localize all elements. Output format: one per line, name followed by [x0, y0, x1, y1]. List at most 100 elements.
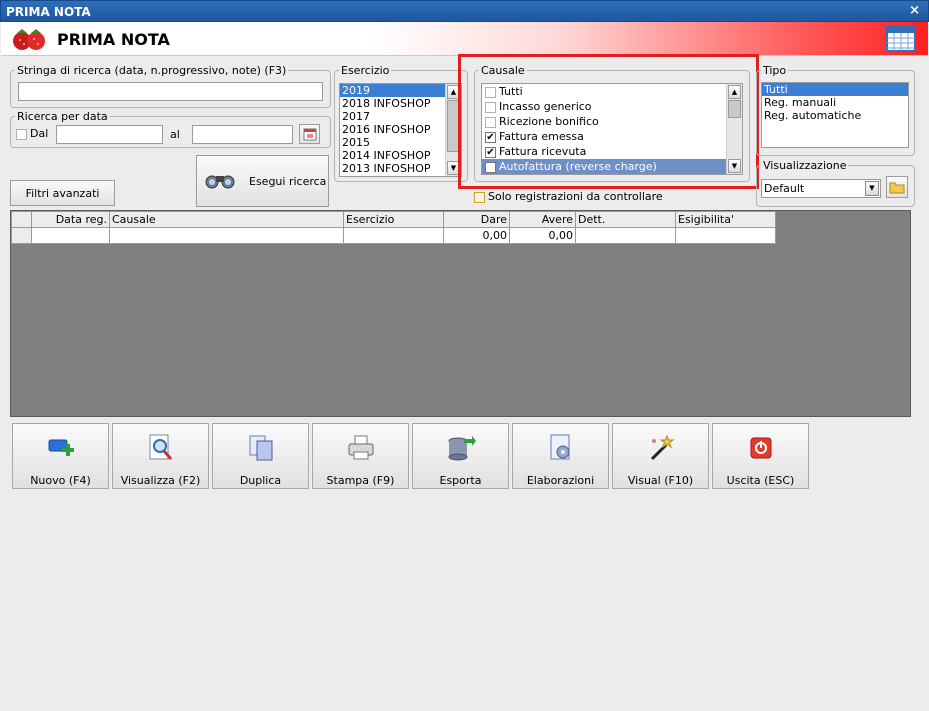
binoculars-icon	[203, 170, 237, 193]
esporta-label: Esporta	[439, 474, 482, 487]
elaborazioni-button[interactable]: Elaborazioni	[512, 423, 609, 489]
causale-item[interactable]: ✔ Autofattura (reverse charge)	[482, 159, 742, 174]
dal-checkbox[interactable]: Dal	[16, 127, 48, 140]
scroll-down-icon[interactable]: ▼	[447, 161, 460, 175]
column-header[interactable]: Avere	[509, 211, 576, 228]
table-cell[interactable]: 0,00	[443, 227, 510, 244]
column-header[interactable]: Esigibilita'	[675, 211, 776, 228]
causale-item[interactable]: ✔ Fattura ricevuta	[482, 144, 742, 159]
chevron-down-icon[interactable]: ▼	[865, 181, 879, 196]
advanced-filters-button[interactable]: Filtri avanzati	[10, 180, 115, 206]
visualizzazione-label: Visualizzazione	[763, 159, 847, 172]
visualizza-button[interactable]: Visualizza (F2)	[112, 423, 209, 489]
solo-registrazioni-label: Solo registrazioni da controllare	[488, 190, 663, 203]
folder-icon	[889, 182, 905, 194]
dal-label: Dal	[30, 127, 49, 140]
dal-date-input[interactable]	[56, 125, 163, 144]
scroll-up-icon[interactable]: ▲	[728, 85, 741, 99]
causale-item[interactable]: Incasso generico	[482, 99, 742, 114]
tipo-item[interactable]: Reg. automatiche	[762, 109, 908, 122]
stampa-label: Stampa (F9)	[326, 474, 395, 487]
column-header[interactable]	[11, 211, 32, 228]
date-search-label: Ricerca per data	[17, 110, 108, 123]
al-label: al	[170, 128, 180, 141]
solo-registrazioni-checkbox[interactable]: Solo registrazioni da controllare	[474, 190, 663, 203]
close-icon[interactable]: ×	[909, 3, 920, 18]
open-folder-button[interactable]	[886, 176, 908, 198]
magic-wand-icon	[646, 433, 676, 463]
elaborazioni-label: Elaborazioni	[526, 474, 595, 487]
table-cell[interactable]	[343, 227, 444, 244]
causale-item[interactable]: ✔ Fattura emessa	[482, 129, 742, 144]
tipo-item[interactable]: Reg. manuali	[762, 96, 908, 109]
esercizio-label: Esercizio	[341, 64, 390, 77]
tipo-list[interactable]: Tutti Reg. manuali Reg. automatiche	[761, 82, 909, 148]
checked-checkbox-icon[interactable]: ✔	[485, 131, 496, 143]
table-cell[interactable]	[675, 227, 776, 244]
checked-checkbox-icon[interactable]: ✔	[485, 161, 496, 173]
esercizio-item[interactable]: 2018 INFOSHOP	[340, 97, 461, 110]
process-icon	[546, 433, 576, 463]
nuovo-button[interactable]: Nuovo (F4)	[12, 423, 109, 489]
column-header[interactable]: Dare	[443, 211, 510, 228]
execute-search-button[interactable]: Esegui ricerca	[196, 155, 329, 207]
causale-item[interactable]: Tutti	[482, 84, 742, 99]
esercizio-item[interactable]: 2014 INFOSHOP	[340, 149, 461, 162]
page-title: PRIMA NOTA	[57, 30, 170, 49]
checked-checkbox-icon[interactable]: ✔	[485, 146, 496, 158]
unchecked-checkbox-icon[interactable]	[485, 101, 496, 113]
table-row[interactable]: 0,00 0,00	[11, 227, 776, 244]
causale-item[interactable]: Ricezione bonifico	[482, 114, 742, 129]
duplica-button[interactable]: Duplica	[212, 423, 309, 489]
visualizzazione-select[interactable]: Default ▼	[761, 179, 881, 198]
esercizio-item[interactable]: 2016 INFOSHOP	[340, 123, 461, 136]
column-header[interactable]: Esercizio	[343, 211, 444, 228]
data-grid[interactable]: Data reg. Causale Esercizio Dare Avere Dett. E…	[10, 210, 911, 417]
causale-list[interactable]: Tutti Incasso generico Ricezione bonifico ✔…	[481, 83, 743, 175]
causale-item-label: Fattura ricevuta	[499, 145, 587, 158]
calendar-icon[interactable]	[886, 26, 916, 55]
unchecked-checkbox-icon[interactable]	[485, 116, 496, 128]
table-cell[interactable]	[31, 227, 110, 244]
grid-table[interactable]: Data reg. Causale Esercizio Dare Avere Dett. E…	[11, 211, 776, 244]
table-cell[interactable]: 0,00	[509, 227, 576, 244]
esercizio-item[interactable]: 2017	[340, 110, 461, 123]
column-header[interactable]: Data reg.	[31, 211, 110, 228]
visualizzazione-value: Default	[764, 182, 805, 195]
esercizio-item[interactable]: 2013 INFOSHOP	[340, 162, 461, 175]
table-cell[interactable]	[575, 227, 676, 244]
page-header: PRIMA NOTA	[1, 22, 928, 56]
esporta-button[interactable]: Esporta	[412, 423, 509, 489]
view-icon	[146, 433, 176, 463]
esercizio-scrollbar[interactable]: ▲ ▼	[445, 84, 461, 176]
esercizio-list[interactable]: 2019 2018 INFOSHOP 2017 2016 INFOSHOP 2015 20…	[339, 83, 462, 177]
solo-registrazioni-box[interactable]	[474, 191, 485, 203]
visual-button[interactable]: Visual (F10)	[612, 423, 709, 489]
causale-item-label: Autofattura (reverse charge)	[499, 160, 657, 173]
stampa-button[interactable]: Stampa (F9)	[312, 423, 409, 489]
scroll-thumb[interactable]	[447, 100, 460, 152]
export-icon	[446, 433, 476, 463]
tipo-item[interactable]: Tutti	[762, 83, 908, 96]
table-cell[interactable]	[11, 227, 32, 244]
causale-item-label: Tutti	[499, 85, 523, 98]
visual-label: Visual (F10)	[627, 474, 694, 487]
esercizio-item[interactable]: 2015	[340, 136, 461, 149]
column-header[interactable]: Causale	[109, 211, 344, 228]
search-input[interactable]	[18, 82, 323, 101]
dal-checkbox-box[interactable]	[16, 128, 27, 140]
esercizio-item[interactable]: 2019	[340, 84, 461, 97]
tipo-label: Tipo	[763, 64, 787, 77]
scroll-up-icon[interactable]: ▲	[447, 85, 460, 99]
scroll-thumb[interactable]	[728, 100, 741, 118]
table-cell[interactable]	[109, 227, 344, 244]
scroll-down-icon[interactable]: ▼	[728, 159, 741, 173]
al-date-input[interactable]	[192, 125, 293, 144]
window-title: PRIMA NOTA	[6, 5, 91, 19]
exit-icon	[746, 433, 776, 463]
uscita-button[interactable]: Uscita (ESC)	[712, 423, 809, 489]
unchecked-checkbox-icon[interactable]	[485, 86, 496, 98]
causale-scrollbar[interactable]: ▲ ▼	[726, 84, 742, 174]
date-picker-button[interactable]	[299, 124, 320, 144]
column-header[interactable]: Dett.	[575, 211, 676, 228]
